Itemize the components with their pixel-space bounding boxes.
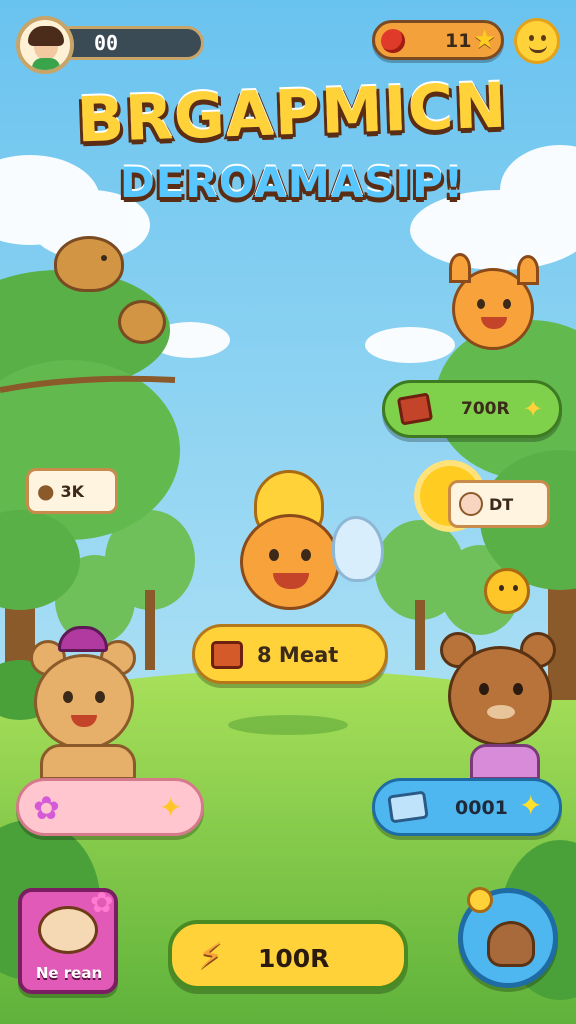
flower-icon: ✿ (33, 789, 60, 827)
smiley-icon[interactable] (514, 18, 560, 64)
character-tile-button[interactable]: ✿ Ne rean (18, 886, 118, 994)
meat-crate-icon (211, 641, 243, 669)
face-icon (459, 492, 483, 516)
meat-label: 8 Meat (257, 643, 339, 667)
squirrel-character (54, 236, 124, 292)
bottom-main-button[interactable]: ⚡ 100R (168, 920, 408, 990)
bear-character-right (440, 632, 560, 780)
player-counter: 00 (94, 31, 119, 55)
pink-progress-bar[interactable]: ✿ ✦ (16, 778, 204, 836)
meat-button[interactable]: 8 Meat (192, 624, 388, 684)
player-profile[interactable]: 00 (14, 14, 206, 74)
orange-creature (449, 253, 539, 350)
right-chip-label: DT (489, 494, 514, 514)
squirrel-character (118, 300, 166, 344)
left-chip-label: 3K (60, 481, 84, 501)
left-chip[interactable]: ● 3K (26, 468, 118, 514)
lightning-icon: ⚡ (198, 936, 224, 977)
shop-button[interactable]: 700R ✦ (382, 380, 562, 438)
acorn-icon: ● (37, 479, 55, 503)
star-gem-icon: ✦ (519, 789, 543, 822)
bear-character-left (30, 626, 160, 780)
title-line-1: BRGAPMICN (75, 68, 509, 157)
tile-label: Ne rean (35, 964, 103, 982)
gold-gem-icon: ✦ (159, 791, 183, 824)
blue-button[interactable]: 0001 ✦ (372, 778, 562, 836)
coin-icon (467, 887, 493, 913)
red-orb-icon (381, 29, 405, 53)
currency-bar[interactable]: 11 ★ (372, 20, 504, 60)
star-icon: ★ (473, 25, 497, 55)
bottom-main-label: 100R (258, 944, 330, 973)
right-chip[interactable]: DT (448, 480, 550, 528)
avatar[interactable] (16, 16, 74, 74)
box-icon (387, 790, 429, 824)
chick-character (484, 568, 530, 614)
crate-icon (396, 392, 434, 426)
title-line-2: DEROAMASIP! (119, 158, 465, 207)
pet-circle-button[interactable] (458, 887, 558, 988)
flower-badge-icon: ✿ (90, 886, 114, 919)
dog-icon (487, 921, 535, 967)
gem-icon: ✦ (523, 395, 544, 423)
cow-icon (38, 906, 98, 954)
game-title: BRGAPMICN DEROAMASIP! (62, 69, 522, 228)
hero-creature (226, 470, 396, 620)
blue-button-label: 0001 (455, 797, 508, 819)
shop-amount: 700R (461, 399, 510, 419)
currency-counter: 11 (445, 30, 472, 52)
